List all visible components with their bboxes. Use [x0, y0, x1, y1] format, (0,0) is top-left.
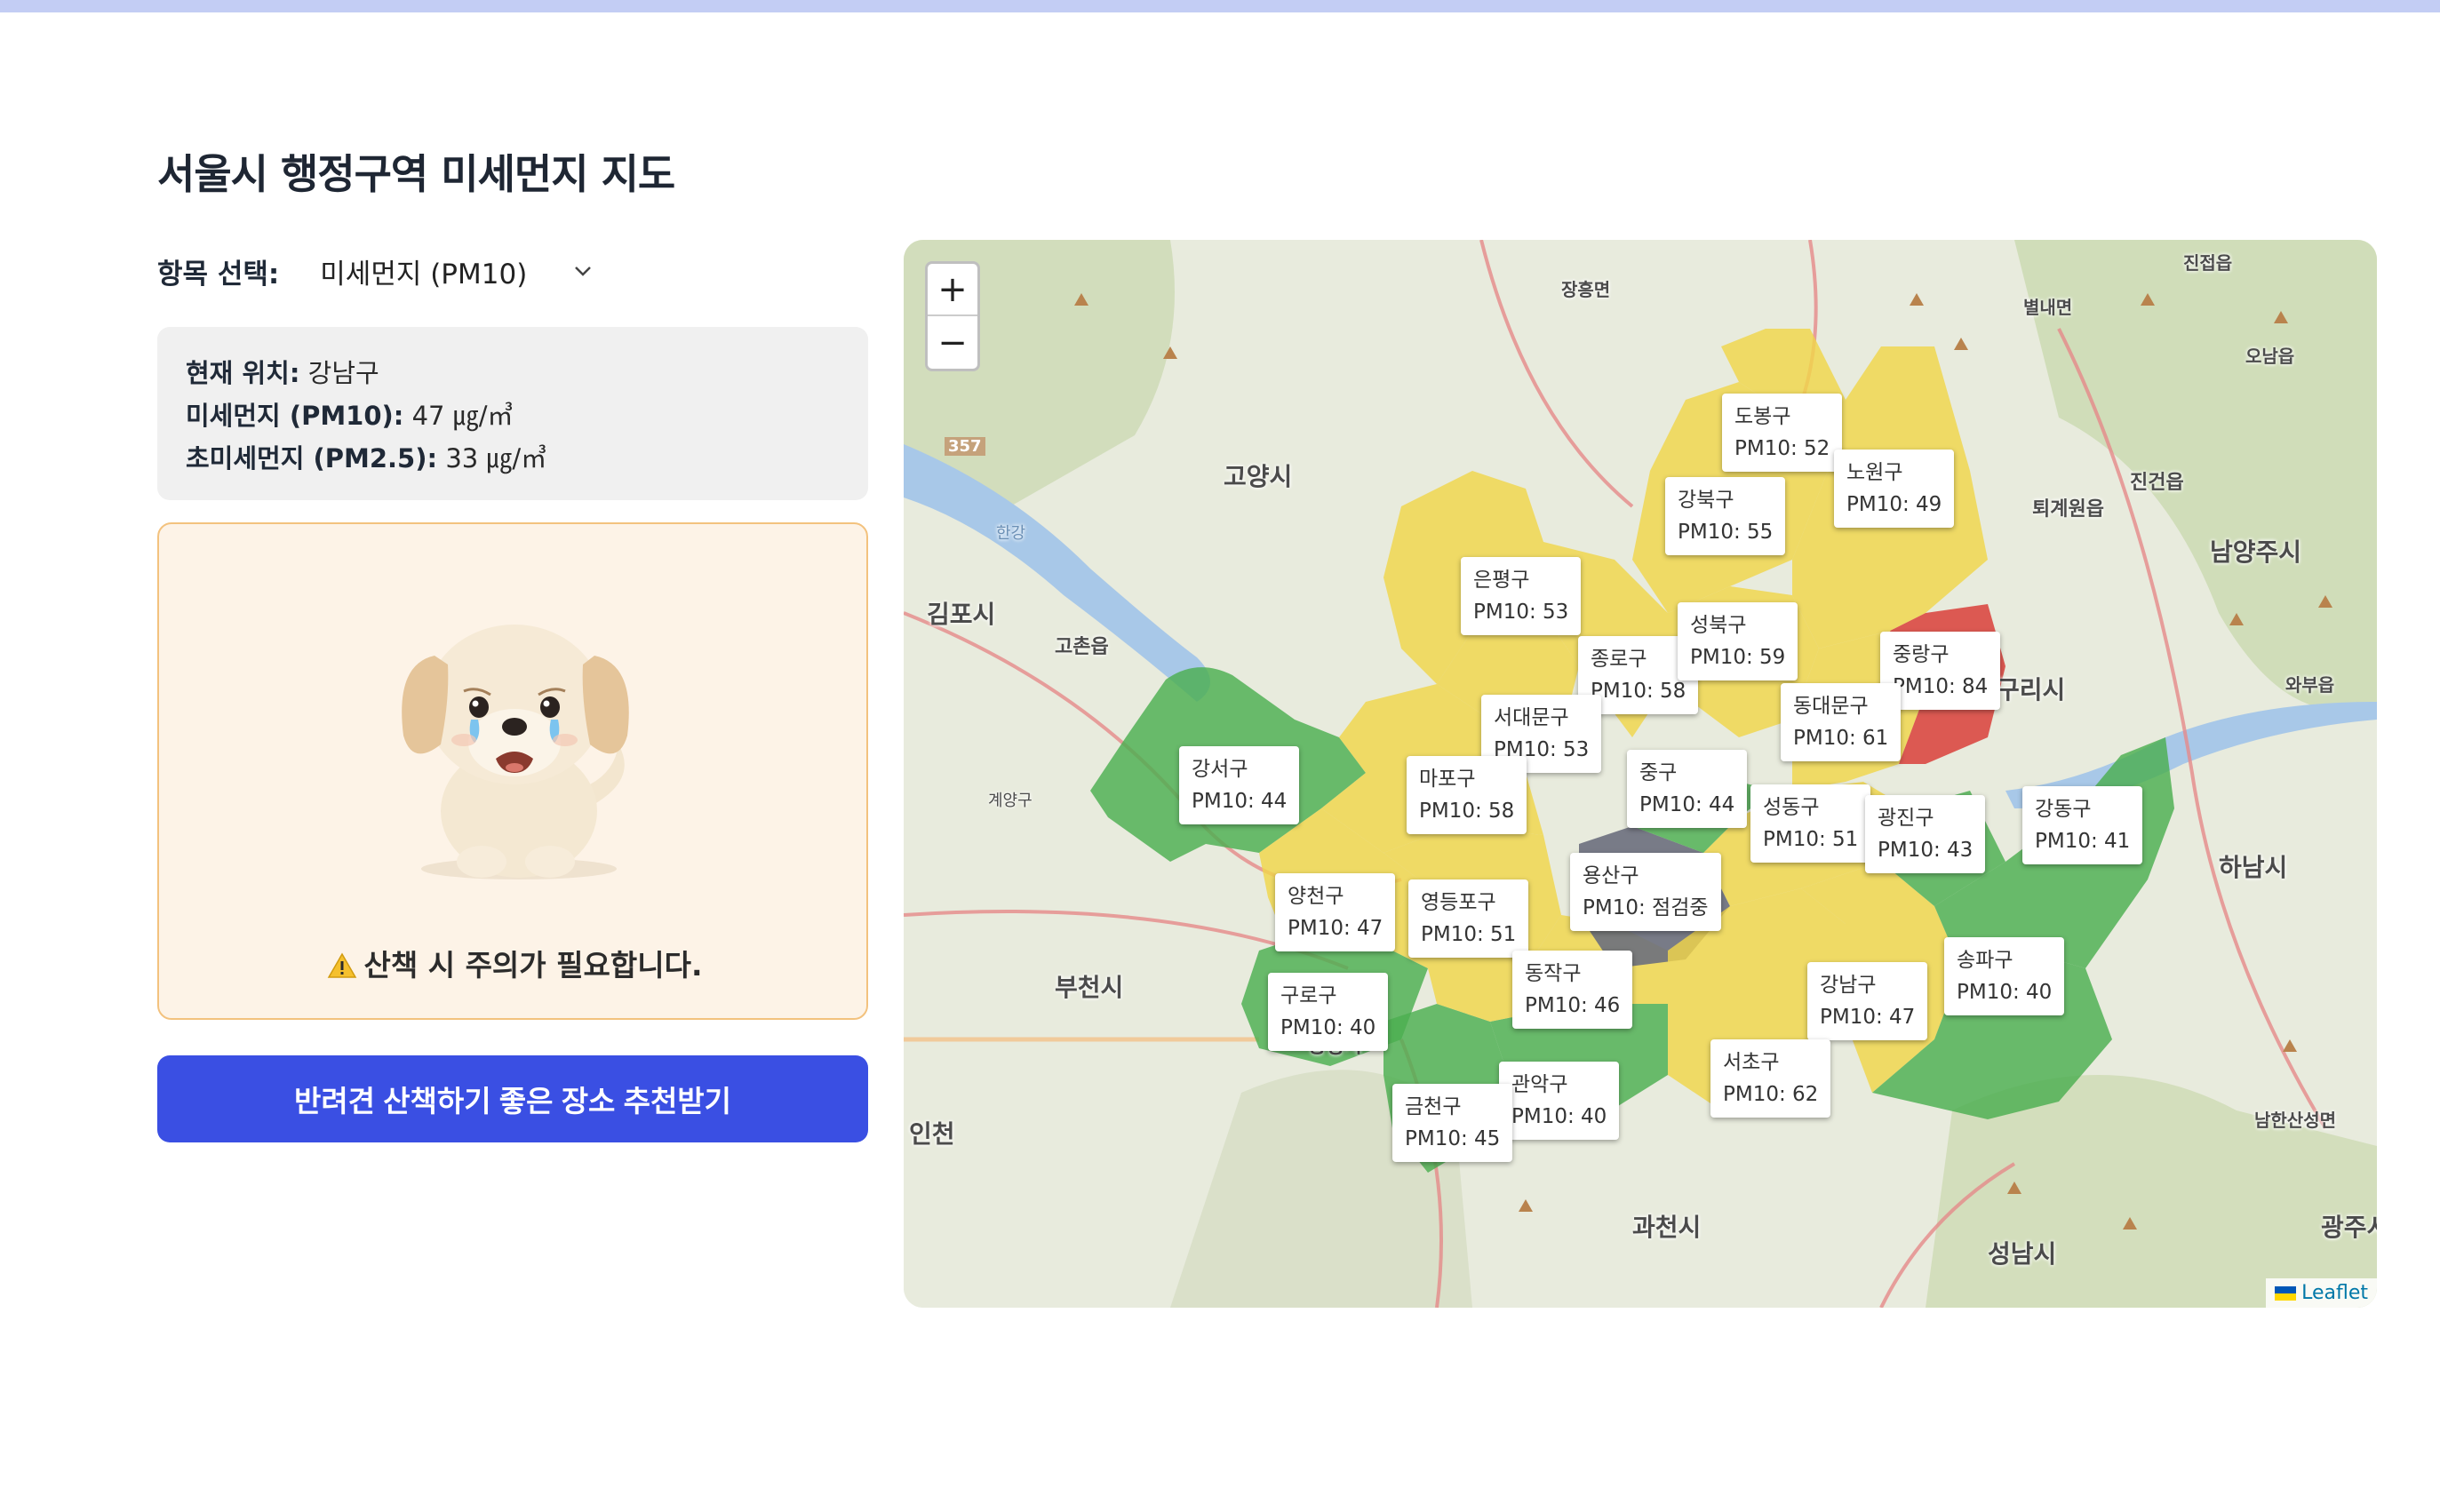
- district-label-seocho[interactable]: 서초구 PM10: 62: [1710, 1039, 1831, 1118]
- pm10-value: 47 ㎍/㎥: [411, 401, 514, 431]
- district-label-gangdong[interactable]: 강동구 PM10: 41: [2022, 786, 2143, 864]
- metric-select-value: 미세먼지 (PM10): [320, 258, 528, 290]
- pm10-line: 미세먼지 (PM10): 47 ㎍/㎥: [186, 394, 840, 437]
- district-label-dobong[interactable]: 도봉구 PM10: 52: [1722, 394, 1843, 472]
- top-accent-bar: [0, 0, 2440, 12]
- district-label-jung[interactable]: 중구 PM10: 44: [1627, 750, 1748, 828]
- district-label-gwanak[interactable]: 관악구 PM10: 40: [1499, 1062, 1620, 1140]
- place-name: 와부읍: [2285, 674, 2335, 696]
- place-name: 성남시: [1988, 1239, 2057, 1269]
- pm10-label: 미세먼지 (PM10):: [186, 401, 404, 431]
- location-status-panel: 현재 위치: 강남구 미세먼지 (PM10): 47 ㎍/㎥ 초미세먼지 (PM…: [157, 327, 868, 500]
- district-label-yongsan[interactable]: 용산구 PM10: 점검중: [1570, 853, 1721, 931]
- place-name: 하남시: [2219, 853, 2288, 882]
- district-label-gangbuk[interactable]: 강북구 PM10: 55: [1665, 477, 1786, 555]
- place-name: 퇴계원읍: [2032, 498, 2104, 521]
- district-label-songpa[interactable]: 송파구 PM10: 40: [1944, 937, 2065, 1015]
- district-label-geumcheon[interactable]: 금천구 PM10: 45: [1392, 1084, 1513, 1162]
- district-label-seongdong[interactable]: 성동구 PM10: 51: [1750, 784, 1871, 863]
- sad-puppy-illustration: [386, 602, 643, 887]
- zoom-in-button[interactable]: +: [928, 264, 977, 316]
- district-label-dongjak[interactable]: 동작구 PM10: 46: [1512, 951, 1633, 1029]
- place-name: 한강: [996, 524, 1026, 543]
- page-title: 서울시 행정구역 미세먼지 지도: [157, 150, 675, 198]
- place-name: 남양주시: [2210, 537, 2302, 567]
- place-name: 357: [945, 437, 985, 456]
- walk-advice-message: 산책 시 주의가 필요합니다.: [159, 942, 870, 986]
- location-label: 현재 위치:: [186, 358, 300, 388]
- place-name: 계양구: [988, 792, 1033, 810]
- place-name: 오남읍: [2245, 346, 2295, 367]
- place-name: 장흥면: [1561, 279, 1611, 300]
- leaflet-link[interactable]: Leaflet: [2301, 1282, 2368, 1304]
- district-label-mapo[interactable]: 마포구 PM10: 58: [1407, 756, 1527, 834]
- walk-advice-card: 산책 시 주의가 필요합니다.: [157, 522, 868, 1020]
- place-name: 고양시: [1224, 462, 1293, 491]
- location-value: 강남구: [307, 358, 379, 388]
- pm25-value: 33 ㎍/㎥: [445, 443, 547, 473]
- selector-label: 항목 선택:: [157, 258, 280, 290]
- district-label-gangnam[interactable]: 강남구 PM10: 47: [1807, 962, 1928, 1040]
- place-name: 진건읍: [2130, 472, 2184, 494]
- place-name: 부천시: [1055, 973, 1124, 1002]
- place-name: 인천: [909, 1119, 955, 1149]
- place-name: 과천시: [1632, 1213, 1702, 1242]
- district-label-nowon[interactable]: 노원구 PM10: 49: [1834, 450, 1955, 528]
- place-name: 고촌읍: [1055, 636, 1109, 658]
- ukraine-flag-icon: [2275, 1285, 2297, 1301]
- map-attribution[interactable]: Leaflet: [2266, 1278, 2377, 1308]
- place-name: 남한산성면: [2254, 1110, 2336, 1131]
- district-label-eunpyeong[interactable]: 은평구 PM10: 53: [1461, 557, 1582, 635]
- place-name: 광주시: [2321, 1213, 2377, 1242]
- district-label-seongbuk[interactable]: 성북구 PM10: 59: [1678, 602, 1798, 680]
- pm25-label: 초미세먼지 (PM2.5):: [186, 443, 438, 473]
- warning-icon: [327, 951, 357, 986]
- chevron-down-icon: [565, 253, 601, 289]
- district-label-gangseo[interactable]: 강서구 PM10: 44: [1179, 746, 1300, 824]
- metric-select[interactable]: 미세먼지 (PM10): [320, 249, 604, 293]
- zoom-out-button[interactable]: −: [928, 316, 977, 369]
- place-name: 별내면: [2023, 297, 2073, 318]
- metric-selector-row: 항목 선택: 미세먼지 (PM10): [157, 249, 604, 293]
- place-name: 김포시: [927, 600, 996, 629]
- district-label-yangcheon[interactable]: 양천구 PM10: 47: [1275, 873, 1396, 951]
- pm25-line: 초미세먼지 (PM2.5): 33 ㎍/㎥: [186, 437, 840, 480]
- zoom-control: + −: [925, 261, 980, 371]
- district-label-gwangjin[interactable]: 광진구 PM10: 43: [1865, 795, 1986, 873]
- walk-advice-text: 산책 시 주의가 필요합니다.: [363, 948, 703, 983]
- district-label-yeongdeungpo[interactable]: 영등포구 PM10: 51: [1408, 879, 1529, 958]
- seoul-dust-map[interactable]: + − 장흥면 진접읍 별내면 오남읍 고양시 진건읍 퇴계원읍 남양주시 김포…: [904, 240, 2377, 1308]
- place-name: 구리시: [1997, 675, 2066, 704]
- location-line: 현재 위치: 강남구: [186, 352, 840, 394]
- recommend-walk-places-button[interactable]: 반려견 산책하기 좋은 장소 추천받기: [157, 1055, 868, 1142]
- district-label-dongdaemun[interactable]: 동대문구 PM10: 61: [1781, 683, 1902, 761]
- district-label-guro[interactable]: 구로구 PM10: 40: [1268, 973, 1389, 1051]
- place-name: 진접읍: [2183, 252, 2233, 274]
